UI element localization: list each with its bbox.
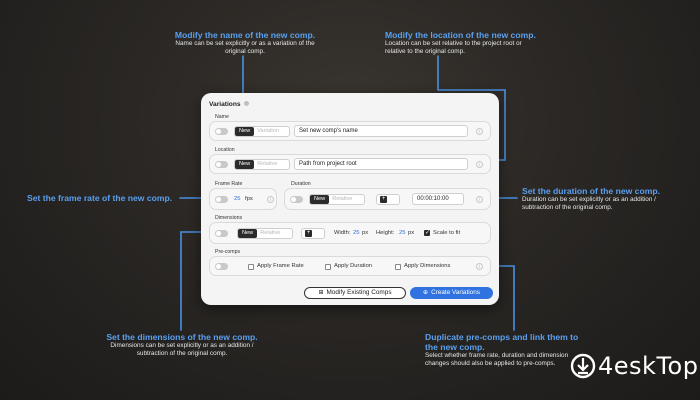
dimensions-seg-relative[interactable]: Relative: [257, 229, 283, 238]
name-seg-variation[interactable]: Variation: [254, 127, 282, 136]
precomps-section: Apply Frame Rate Apply Duration Apply Di…: [209, 256, 491, 276]
annotation-location-head: Modify the location of the new comp.: [385, 30, 536, 40]
annotation-dimensions-head: Set the dimensions of the new comp.: [106, 332, 258, 342]
annotation-name-body1: Name can be set explicitly or as a varia…: [175, 40, 315, 47]
annotation-duration: Set the duration of the new comp. Durati…: [522, 186, 692, 212]
duration-toggle[interactable]: [290, 196, 303, 203]
apply-dimensions-label: Apply Dimensions: [404, 263, 451, 269]
duration-label: Duration: [291, 181, 311, 187]
precomps-toggle[interactable]: [215, 263, 228, 270]
dimensions-label: Dimensions: [215, 215, 243, 221]
location-section: New Relative Path from project root i: [209, 154, 491, 174]
apply-dimensions-checkbox[interactable]: [395, 264, 401, 270]
watermark-logo-icon: [570, 353, 596, 379]
annotation-dimensions: Set the dimensions of the new comp. Dime…: [92, 332, 272, 358]
annotation-name: Modify the name of the new comp. Name ca…: [160, 30, 330, 56]
add-icon: ⊕: [423, 290, 429, 296]
height-unit: px: [408, 230, 415, 236]
height-value[interactable]: 25: [399, 230, 405, 236]
width-unit: px: [362, 230, 369, 236]
frame-rate-info-icon[interactable]: i: [267, 196, 274, 203]
scale-to-fit-checkbox[interactable]: [424, 229, 430, 236]
frame-rate-value[interactable]: 25: [234, 196, 240, 202]
location-info-icon[interactable]: i: [476, 161, 483, 168]
location-seg-relative[interactable]: Relative: [254, 160, 280, 169]
location-toggle[interactable]: [215, 161, 228, 168]
name-seg-new[interactable]: New: [235, 127, 255, 136]
name-toggle[interactable]: [215, 128, 228, 135]
annotation-frame-rate-head: Set the frame rate of the new comp.: [27, 193, 173, 203]
location-field[interactable]: Path from project root: [294, 158, 468, 170]
annotation-duration-head: Set the duration of the new comp.: [522, 186, 660, 196]
annotation-location: Modify the location of the new comp. Loc…: [385, 30, 565, 56]
watermark: 4eskTop: [568, 346, 699, 386]
dimensions-mode-segment[interactable]: New Relative: [237, 228, 293, 239]
scale-to-fit-label: Scale to fit: [433, 230, 461, 236]
frame-rate-label: Frame Rate: [215, 181, 243, 187]
height-label: Height:: [376, 230, 395, 236]
annotation-precomps-head: Duplicate pre-comps and link them to: [425, 332, 579, 342]
location-seg-new[interactable]: New: [235, 160, 255, 169]
annotation-dimensions-body1: Dimensions can be set explicitly or as a…: [110, 342, 254, 349]
variations-panel: Variations Name New Variation Set new co…: [201, 93, 499, 305]
duration-info-icon[interactable]: i: [476, 196, 483, 203]
name-label: Name: [215, 114, 229, 120]
annotation-duration-body2: subtraction of the original comp.: [522, 204, 613, 211]
precomps-label: Pre-comps: [215, 249, 241, 255]
name-section: New Variation Set new comp's name i: [209, 121, 491, 141]
annotation-location-body2: relative to the original comp.: [385, 48, 465, 55]
dimensions-toggle[interactable]: [215, 230, 228, 237]
annotation-name-body2: original comp.: [225, 48, 265, 55]
apply-duration-checkbox[interactable]: [325, 264, 331, 270]
panel-title: Variations: [209, 101, 241, 108]
frame-rate-unit: fps: [245, 196, 253, 202]
precomps-info-icon[interactable]: i: [476, 263, 483, 270]
name-info-icon[interactable]: i: [476, 128, 483, 135]
duration-seg-new[interactable]: New: [310, 195, 330, 204]
annotation-name-head: Modify the name of the new comp.: [174, 30, 316, 40]
apply-frame-rate-checkbox[interactable]: [248, 264, 254, 270]
duration-field[interactable]: 00:00:10:00: [412, 193, 464, 205]
duration-plus: +: [380, 196, 387, 203]
dimensions-seg-new[interactable]: New: [238, 229, 258, 238]
modify-existing-comps-label: Modify Existing Comps: [326, 289, 392, 296]
duration-section: New Relative + 00:00:10:00 i: [284, 188, 491, 210]
duration-mode-segment[interactable]: New Relative: [309, 194, 365, 205]
annotation-location-body1: Location can be set relative to the proj…: [385, 40, 522, 47]
grid-icon: ⊞: [318, 290, 324, 296]
duration-sign-select[interactable]: +: [376, 194, 400, 205]
annotation-dimensions-body2: subtraction of the original comp.: [136, 350, 228, 357]
width-label: Width:: [334, 230, 351, 236]
duration-seg-relative[interactable]: Relative: [329, 195, 355, 204]
dimensions-sign-select[interactable]: +: [301, 228, 325, 239]
panel-info-icon[interactable]: [244, 101, 249, 106]
frame-rate-toggle[interactable]: [215, 196, 228, 203]
create-variations-button[interactable]: ⊕ Create Variations: [410, 287, 493, 299]
dimensions-plus: +: [305, 230, 312, 237]
apply-duration-label: Apply Duration: [334, 263, 373, 269]
annotation-duration-body1: Duration can be set explicitly or as an …: [522, 196, 656, 203]
apply-frame-rate-label: Apply Frame Rate: [257, 263, 304, 269]
name-field[interactable]: Set new comp's name: [294, 125, 468, 137]
modify-existing-comps-button[interactable]: ⊞ Modify Existing Comps: [304, 287, 406, 299]
annotation-frame-rate: Set the frame rate of the new comp.: [27, 193, 187, 203]
name-mode-segment[interactable]: New Variation: [234, 126, 290, 137]
frame-rate-section: 25 fps i: [209, 188, 277, 210]
watermark-text: 4eskTop: [598, 352, 699, 380]
dimensions-section: New Relative + Width: 25 px Height: 25 p…: [209, 222, 491, 244]
width-value[interactable]: 25: [353, 230, 359, 236]
location-mode-segment[interactable]: New Relative: [234, 159, 290, 170]
create-variations-label: Create Variations: [431, 289, 480, 296]
location-label: Location: [215, 147, 235, 153]
